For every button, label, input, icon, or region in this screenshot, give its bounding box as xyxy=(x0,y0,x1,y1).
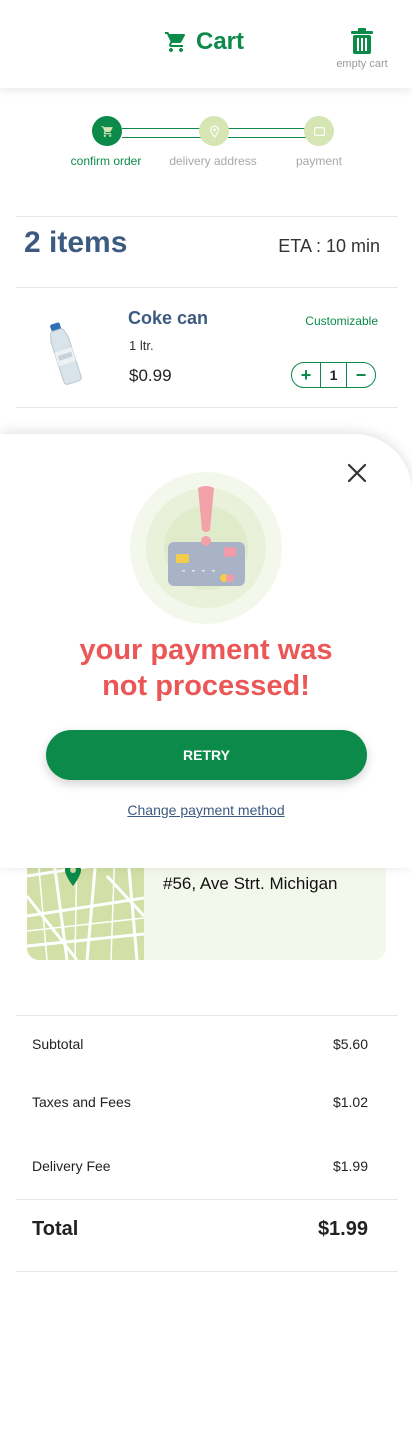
cart-item: Coke can 1 ltr. $0.99 Customizable + 1 − xyxy=(0,290,412,408)
divider xyxy=(16,1015,398,1016)
customizable-link[interactable]: Customizable xyxy=(305,314,378,328)
location-pin-icon xyxy=(209,125,219,138)
step-confirm-order-dot[interactable] xyxy=(92,116,122,146)
empty-cart-label: empty cart xyxy=(336,58,388,70)
subtotal-label: Subtotal xyxy=(32,1036,84,1052)
delivery-fee-label: Delivery Fee xyxy=(32,1158,111,1174)
trash-icon xyxy=(351,28,373,54)
divider xyxy=(16,287,398,288)
item-size: 1 ltr. xyxy=(129,338,154,353)
cart-icon xyxy=(101,125,113,137)
divider xyxy=(16,1199,398,1200)
subtotal-row: Subtotal $5.60 xyxy=(32,1036,368,1052)
decrease-quantity-button[interactable]: − xyxy=(347,363,375,387)
quantity-value: 1 xyxy=(320,363,347,387)
items-count: 2 items xyxy=(24,226,128,259)
step-label: delivery address xyxy=(169,154,257,168)
taxes-label: Taxes and Fees xyxy=(32,1094,131,1110)
step-connector xyxy=(122,128,202,138)
taxes-row: Taxes and Fees $1.02 xyxy=(32,1094,368,1110)
step-connector xyxy=(228,128,306,138)
total-row: Total $1.99 xyxy=(32,1218,368,1241)
card-icon xyxy=(313,126,325,136)
total-label: Total xyxy=(32,1218,79,1240)
quantity-stepper: + 1 − xyxy=(291,362,376,388)
page-title-text: Cart xyxy=(196,28,245,55)
taxes-value: $1.02 xyxy=(332,1094,368,1110)
empty-cart-button[interactable]: empty cart xyxy=(332,28,392,70)
change-payment-method-link[interactable]: Change payment method xyxy=(0,802,412,818)
item-name[interactable]: Coke can xyxy=(128,308,208,329)
payment-error-title-line-1: your payment was xyxy=(79,634,333,666)
payment-error-illustration xyxy=(130,472,282,624)
checkout-steps: confirm order delivery address payment xyxy=(0,114,412,174)
step-delivery-address-dot[interactable] xyxy=(199,116,229,146)
eta-label: ETA : 10 min xyxy=(278,236,380,256)
app-header: Cart empty cart xyxy=(0,0,412,88)
subtotal-value: $5.60 xyxy=(332,1036,368,1052)
delivery-fee-value: $1.99 xyxy=(332,1158,368,1174)
cart-icon xyxy=(165,32,186,52)
water-bottle-image xyxy=(50,322,82,385)
step-payment-dot[interactable] xyxy=(304,116,334,146)
divider xyxy=(16,1271,398,1272)
item-price: $0.99 xyxy=(129,366,172,385)
increase-quantity-button[interactable]: + xyxy=(292,363,320,387)
delivery-address: #56, Ave Strt. Michigan xyxy=(163,874,338,893)
total-value: $1.99 xyxy=(317,1218,368,1240)
divider xyxy=(16,216,398,217)
payment-error-title: your payment was not processed! xyxy=(0,632,412,704)
payment-failed-sheet: your payment was not processed! RETRY Ch… xyxy=(0,434,412,868)
step-label: confirm order xyxy=(70,154,142,168)
close-icon[interactable] xyxy=(346,462,368,484)
payment-error-title-line-2: not processed! xyxy=(102,670,310,702)
retry-button[interactable]: RETRY xyxy=(46,730,367,780)
divider xyxy=(16,407,398,408)
page-title: Cart xyxy=(164,28,244,56)
delivery-fee-row: Delivery Fee $1.99 xyxy=(32,1158,368,1174)
step-label: payment xyxy=(295,154,343,168)
